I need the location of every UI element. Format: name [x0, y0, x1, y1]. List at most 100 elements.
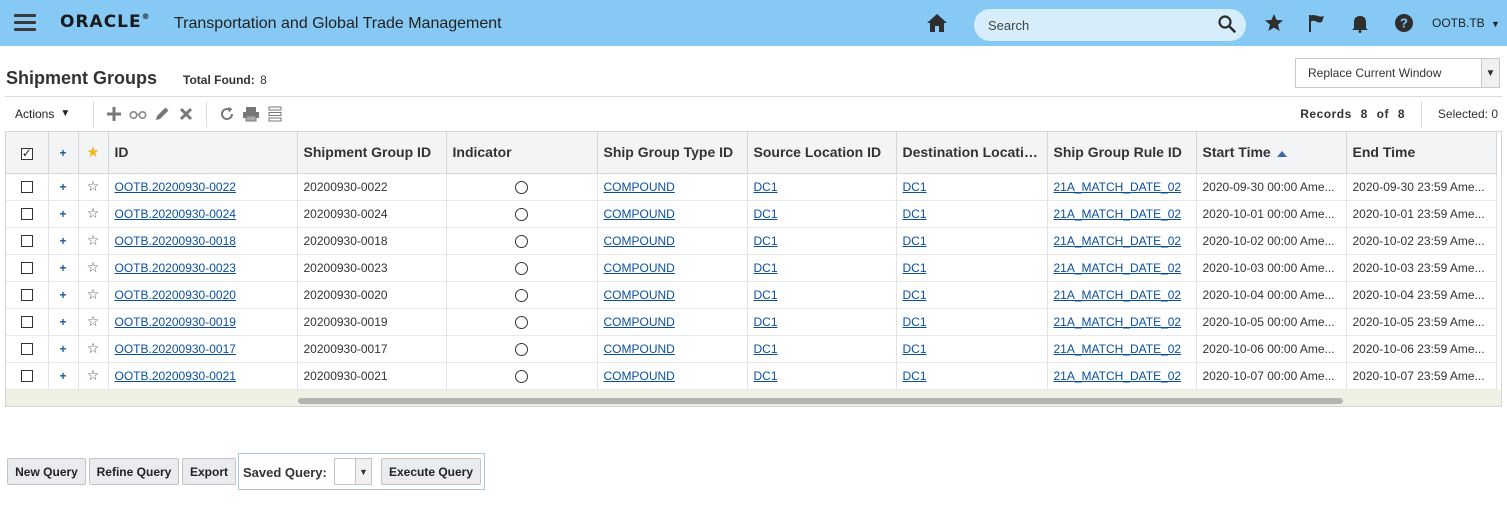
search-input[interactable] — [986, 16, 1206, 34]
ship-group-rule-link[interactable]: 21A_MATCH_DATE_02 — [1054, 180, 1182, 194]
id-link[interactable]: OOTB.20200930-0024 — [115, 207, 236, 221]
chevron-down-icon[interactable]: ▼ — [1481, 59, 1499, 87]
table-row[interactable]: + ☆ OOTB.20200930-0022 20200930-0022 COMPOUN… — [6, 173, 1497, 201]
source-location-link[interactable]: DC1 — [754, 288, 778, 302]
ship-group-rule-link[interactable]: 21A_MATCH_DATE_02 — [1054, 369, 1182, 383]
export-button[interactable]: Export — [182, 458, 236, 485]
delete-icon[interactable] — [176, 104, 196, 124]
refine-query-button[interactable]: Refine Query — [89, 458, 179, 485]
hamburger-menu-icon[interactable] — [14, 14, 36, 32]
row-expand[interactable]: + — [48, 308, 79, 336]
ship-group-rule-link[interactable]: 21A_MATCH_DATE_02 — [1054, 261, 1182, 275]
table-row[interactable]: + ☆ OOTB.20200930-0021 20200930-0021 COMPOUN… — [6, 362, 1497, 390]
row-favorite[interactable]: ☆ — [78, 200, 109, 228]
user-menu[interactable]: OOTB.TB ▼ — [1432, 16, 1500, 30]
ship-group-type-link[interactable]: COMPOUND — [604, 207, 675, 221]
execute-query-button[interactable]: Execute Query — [381, 458, 481, 485]
select-all-checkbox[interactable] — [6, 132, 49, 174]
ship-group-rule-link[interactable]: 21A_MATCH_DATE_02 — [1054, 288, 1182, 302]
column-header-source-location-id[interactable]: Source Location ID — [747, 132, 897, 174]
destination-location-link[interactable]: DC1 — [903, 288, 927, 302]
row-favorite[interactable]: ☆ — [78, 281, 109, 309]
id-link[interactable]: OOTB.20200930-0022 — [115, 180, 236, 194]
new-query-button[interactable]: New Query — [7, 458, 86, 485]
row-checkbox[interactable] — [6, 200, 49, 228]
ship-group-rule-link[interactable]: 21A_MATCH_DATE_02 — [1054, 207, 1182, 221]
source-location-link[interactable]: DC1 — [754, 369, 778, 383]
ship-group-rule-link[interactable]: 21A_MATCH_DATE_02 — [1054, 315, 1182, 329]
row-checkbox[interactable] — [6, 173, 49, 201]
column-header-destination-location-id[interactable]: Destination Locatio... — [896, 132, 1048, 174]
row-expand[interactable]: + — [48, 173, 79, 201]
column-header-id[interactable]: ID — [108, 132, 298, 174]
source-location-link[interactable]: DC1 — [754, 315, 778, 329]
search-icon[interactable] — [1218, 15, 1236, 33]
id-link[interactable]: OOTB.20200930-0023 — [115, 261, 236, 275]
destination-location-link[interactable]: DC1 — [903, 369, 927, 383]
column-header-ship-group-type-id[interactable]: Ship Group Type ID — [597, 132, 748, 174]
table-row[interactable]: + ☆ OOTB.20200930-0018 20200930-0018 COMPOUN… — [6, 227, 1497, 255]
column-header-ship-group-rule-id[interactable]: Ship Group Rule ID — [1047, 132, 1197, 174]
view-icon[interactable] — [128, 104, 148, 124]
row-checkbox[interactable] — [6, 227, 49, 255]
add-icon[interactable] — [104, 104, 124, 124]
row-expand[interactable]: + — [48, 200, 79, 228]
ship-group-type-link[interactable]: COMPOUND — [604, 342, 675, 356]
id-link[interactable]: OOTB.20200930-0017 — [115, 342, 236, 356]
source-location-link[interactable]: DC1 — [754, 342, 778, 356]
chevron-down-icon[interactable]: ▼ — [355, 459, 371, 484]
row-checkbox[interactable] — [6, 281, 49, 309]
table-row[interactable]: + ☆ OOTB.20200930-0020 20200930-0020 COMPOUN… — [6, 281, 1497, 309]
column-header-shipment-group-id[interactable]: Shipment Group ID — [297, 132, 447, 174]
table-row[interactable]: + ☆ OOTB.20200930-0024 20200930-0024 COMPOUN… — [6, 200, 1497, 228]
star-icon[interactable] — [1264, 13, 1284, 33]
row-expand[interactable]: + — [48, 227, 79, 255]
flag-icon[interactable] — [1307, 13, 1327, 33]
row-expand[interactable]: + — [48, 281, 79, 309]
refresh-icon[interactable] — [217, 104, 237, 124]
row-favorite[interactable]: ☆ — [78, 308, 109, 336]
column-header-start-time[interactable]: Start Time — [1196, 132, 1347, 174]
row-favorite[interactable]: ☆ — [78, 335, 109, 363]
column-header-indicator[interactable]: Indicator — [446, 132, 598, 174]
table-row[interactable]: + ☆ OOTB.20200930-0023 20200930-0023 COMPOUN… — [6, 254, 1497, 282]
window-mode-select[interactable]: Replace Current Window ▼ — [1295, 58, 1500, 88]
source-location-link[interactable]: DC1 — [754, 207, 778, 221]
destination-location-link[interactable]: DC1 — [903, 315, 927, 329]
row-checkbox[interactable] — [6, 254, 49, 282]
table-row[interactable]: + ☆ OOTB.20200930-0019 20200930-0019 COMPOUN… — [6, 308, 1497, 336]
expand-header[interactable]: + — [48, 132, 79, 174]
destination-location-link[interactable]: DC1 — [903, 207, 927, 221]
destination-location-link[interactable]: DC1 — [903, 234, 927, 248]
ship-group-type-link[interactable]: COMPOUND — [604, 315, 675, 329]
row-favorite[interactable]: ☆ — [78, 173, 109, 201]
id-link[interactable]: OOTB.20200930-0021 — [115, 369, 236, 383]
row-favorite[interactable]: ☆ — [78, 254, 109, 282]
actions-menu-button[interactable]: Actions ▼ — [15, 107, 85, 121]
edit-icon[interactable] — [152, 104, 172, 124]
id-link[interactable]: OOTB.20200930-0020 — [115, 288, 236, 302]
ship-group-type-link[interactable]: COMPOUND — [604, 234, 675, 248]
row-expand[interactable]: + — [48, 335, 79, 363]
id-link[interactable]: OOTB.20200930-0018 — [115, 234, 236, 248]
ship-group-type-link[interactable]: COMPOUND — [604, 288, 675, 302]
ship-group-type-link[interactable]: COMPOUND — [604, 369, 675, 383]
column-header-end-time[interactable]: End Time — [1346, 132, 1497, 174]
source-location-link[interactable]: DC1 — [754, 234, 778, 248]
row-expand[interactable]: + — [48, 362, 79, 390]
destination-location-link[interactable]: DC1 — [903, 180, 927, 194]
ship-group-type-link[interactable]: COMPOUND — [604, 180, 675, 194]
table-row[interactable]: + ☆ OOTB.20200930-0017 20200930-0017 COMPOUN… — [6, 335, 1497, 363]
source-location-link[interactable]: DC1 — [754, 180, 778, 194]
ship-group-rule-link[interactable]: 21A_MATCH_DATE_02 — [1054, 234, 1182, 248]
id-link[interactable]: OOTB.20200930-0019 — [115, 315, 236, 329]
row-favorite[interactable]: ☆ — [78, 362, 109, 390]
source-location-link[interactable]: DC1 — [754, 261, 778, 275]
print-icon[interactable] — [241, 104, 261, 124]
row-checkbox[interactable] — [6, 308, 49, 336]
row-checkbox[interactable] — [6, 362, 49, 390]
home-icon[interactable] — [926, 13, 948, 33]
destination-location-link[interactable]: DC1 — [903, 342, 927, 356]
ship-group-rule-link[interactable]: 21A_MATCH_DATE_02 — [1054, 342, 1182, 356]
destination-location-link[interactable]: DC1 — [903, 261, 927, 275]
